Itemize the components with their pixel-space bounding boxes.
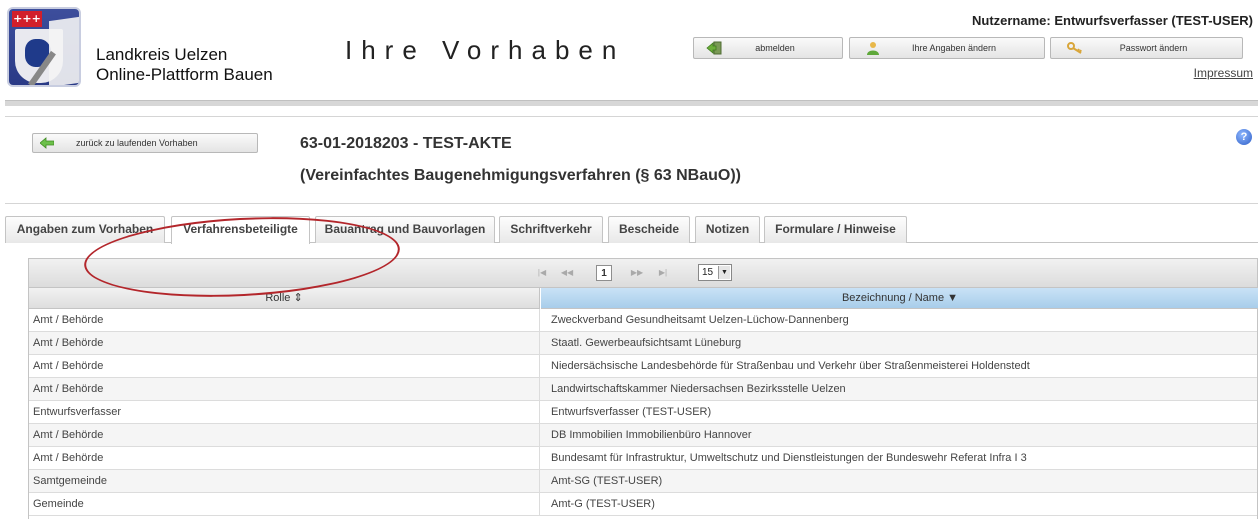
username-label: Nutzername: Entwurfsverfasser (TEST-USER… — [971, 13, 1253, 28]
table-header: Rolle ⇕ Bezeichnung / Name ▼ — [29, 288, 1258, 309]
current-page[interactable]: 1 — [596, 265, 612, 281]
change-password-label: Passwort ändern — [1119, 43, 1188, 53]
org-line-1: Landkreis Uelzen — [96, 45, 228, 64]
last-page-button[interactable]: ▶| — [655, 265, 671, 281]
cell-rolle: Amt / Behörde — [29, 424, 540, 446]
tab-verfahrensbeteiligte[interactable]: Verfahrensbeteiligte — [171, 216, 310, 244]
tab-formulare-hinweise[interactable]: Formulare / Hinweise — [764, 216, 907, 243]
logo-crosses: +++ — [12, 11, 42, 27]
table-row[interactable]: Amt / Behörde Landwirtschaftskammer Nied… — [29, 378, 1257, 401]
table-row[interactable]: Gemeinde Amt-G (TEST-USER) — [29, 493, 1257, 516]
back-to-projects-button[interactable]: zurück zu laufenden Vorhaben — [32, 133, 258, 153]
page-title: Ihre Vorhaben — [345, 35, 626, 65]
edit-profile-button[interactable]: Ihre Angaben ändern — [849, 37, 1045, 59]
cell-rolle: Samtgemeinde — [29, 470, 540, 492]
table-row[interactable]: Amt / Behörde Niedersächsische Landesbeh… — [29, 355, 1257, 378]
cell-rolle: Amt / Behörde — [29, 355, 540, 377]
table-row[interactable]: Samtgemeinde Amt-SG (TEST-USER) — [29, 470, 1257, 493]
organization-name: Landkreis Uelzen Online-Plattform Bauen — [96, 45, 273, 85]
logout-label: abmelden — [755, 43, 795, 53]
logout-button[interactable]: abmelden — [693, 37, 843, 59]
table-row[interactable]: Amt / Behörde Zweckverband Gesundheitsam… — [29, 309, 1257, 332]
table-row[interactable]: Amt / Behörde DB Immobilien Immobilienbü… — [29, 424, 1257, 447]
rows-per-page-value: 15 — [702, 267, 714, 278]
cell-name: Amt-SG (TEST-USER) — [551, 475, 663, 487]
cell-rolle: Amt / Behörde — [29, 332, 540, 354]
header-divider — [5, 100, 1258, 106]
tab-angaben-zum-vorhaben[interactable]: Angaben zum Vorhaben — [5, 216, 165, 243]
cell-name: Staatl. Gewerbeaufsichtsamt Lüneburg — [551, 337, 742, 349]
landkreis-uelzen-logo: +++ — [7, 7, 81, 87]
cell-rolle: Amt / Behörde — [29, 309, 540, 331]
tab-schriftverkehr[interactable]: Schriftverkehr — [499, 216, 603, 243]
edit-profile-label: Ihre Angaben ändern — [911, 43, 997, 53]
cell-rolle: Entwurfsverfasser — [29, 401, 540, 423]
back-label: zurück zu laufenden Vorhaben — [76, 138, 198, 148]
column-header-rolle[interactable]: Rolle ⇕ — [29, 288, 540, 309]
table-row[interactable]: Entwurfsverfasser Entwurfsverfasser (TES… — [29, 401, 1257, 424]
arrow-left-icon — [39, 137, 55, 149]
tab-bar: Angaben zum Vorhaben Verfahrensbeteiligt… — [5, 212, 1258, 244]
cell-rolle: Gemeinde — [29, 493, 540, 515]
cell-name: Bundesamt für Infrastruktur, Umweltschut… — [551, 452, 1027, 464]
prev-page-button[interactable]: ◀◀ — [557, 265, 577, 281]
cell-name: Amt-G (TEST-USER) — [551, 498, 655, 510]
tab-bauantrag-und-bauvorlagen[interactable]: Bauantrag und Bauvorlagen — [315, 216, 495, 243]
table-row[interactable]: Amt / Behörde Staatl. Gewerbeaufsichtsam… — [29, 332, 1257, 355]
tab-bescheide[interactable]: Bescheide — [608, 216, 690, 243]
table-body: Amt / Behörde Zweckverband Gesundheitsam… — [29, 309, 1257, 516]
cell-name: DB Immobilien Immobilienbüro Hannover — [551, 429, 752, 441]
pagination-bar: |◀ ◀◀ 1 ▶▶ ▶| 15 ▼ — [29, 259, 1257, 288]
cell-name: Entwurfsverfasser (TEST-USER) — [551, 406, 712, 418]
cell-name: Niedersächsische Landesbehörde für Straß… — [551, 360, 1030, 372]
help-icon[interactable]: ? — [1236, 129, 1252, 145]
change-password-button[interactable]: Passwort ändern — [1050, 37, 1243, 59]
cell-name: Zweckverband Gesundheitsamt Uelzen-Lücho… — [551, 314, 849, 326]
procedure-type: (Vereinfachtes Baugenehmigungsverfahren … — [300, 167, 741, 184]
case-id: 63-01-2018203 - TEST-AKTE — [300, 135, 512, 152]
column-header-bezeichnung[interactable]: Bezeichnung / Name ▼ — [541, 288, 1258, 309]
cell-rolle: Amt / Behörde — [29, 447, 540, 469]
participants-table: |◀ ◀◀ 1 ▶▶ ▶| 15 ▼ Rolle ⇕ Bezeichnung /… — [28, 258, 1258, 519]
tab-notizen[interactable]: Notizen — [695, 216, 760, 243]
rows-per-page-select[interactable]: 15 ▼ — [698, 264, 732, 281]
org-line-2: Online-Plattform Bauen — [96, 65, 273, 84]
next-page-button[interactable]: ▶▶ — [627, 265, 647, 281]
chevron-down-icon: ▼ — [718, 266, 730, 279]
cell-rolle: Amt / Behörde — [29, 378, 540, 400]
case-header: zurück zu laufenden Vorhaben 63-01-20182… — [5, 116, 1258, 204]
impressum-link[interactable]: Impressum — [1194, 66, 1253, 80]
cell-name: Landwirtschaftskammer Niedersachsen Bezi… — [551, 383, 846, 395]
first-page-button[interactable]: |◀ — [534, 265, 550, 281]
table-row[interactable]: Amt / Behörde Bundesamt für Infrastruktu… — [29, 447, 1257, 470]
app-header: +++ Landkreis Uelzen Online-Plattform Ba… — [0, 0, 1258, 100]
